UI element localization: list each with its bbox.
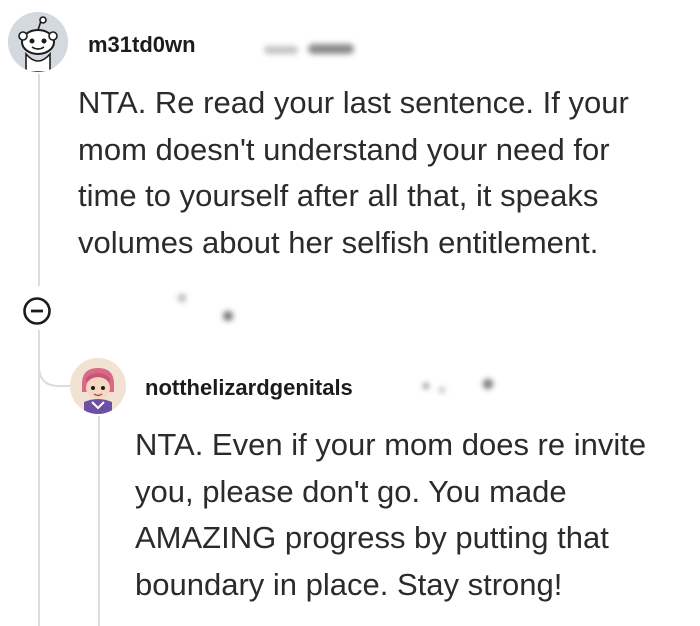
comment-author[interactable]: m31td0wn	[88, 32, 196, 58]
comment-body-line: NTA. Re read your last sentence. If your	[78, 85, 629, 120]
comment-body-line: mom doesn't understand your need for	[78, 131, 610, 167]
thread-line-primary	[38, 74, 40, 286]
thread-line-reply	[98, 416, 100, 626]
comment-body-line: time to yourself after all that, it spea…	[78, 178, 599, 213]
comment-author[interactable]: notthelizardgenitals	[145, 375, 353, 401]
comment-body-line: you, please don't go. You made	[135, 473, 567, 509]
comment-body-line: AMAZING progress by putting that	[135, 520, 609, 555]
collapse-button[interactable]	[22, 296, 52, 326]
comment-body-line: volumes about her selfish entitlement.	[78, 224, 599, 260]
comment-body: NTA. Re read your last sentence. If your…	[78, 80, 629, 266]
collapse-minus-icon	[23, 297, 51, 325]
comment-metadata-redacted	[418, 372, 508, 403]
comment-metadata-redacted	[262, 40, 362, 65]
cartoon-avatar-icon	[70, 358, 126, 414]
user-avatar[interactable]	[8, 12, 68, 72]
comment-body-line: NTA. Even if your mom does re invite	[135, 427, 647, 462]
user-avatar[interactable]	[70, 358, 126, 414]
comment-body: NTA. Even if your mom does re invite you…	[135, 422, 646, 608]
comment-body-line: boundary in place. Stay strong!	[135, 566, 563, 602]
snoo-avatar-icon	[8, 12, 68, 72]
action-bar-redacted	[168, 286, 248, 331]
